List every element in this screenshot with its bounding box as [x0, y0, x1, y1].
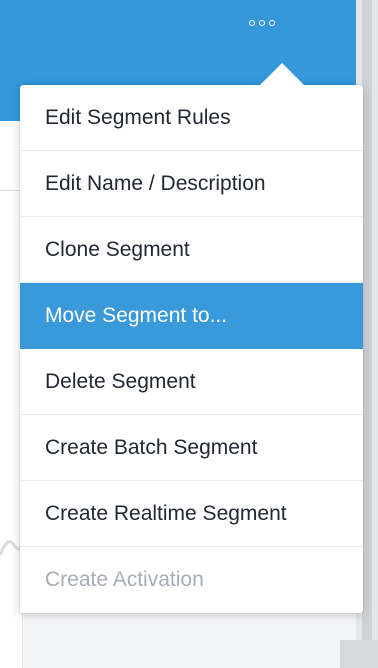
footer-fragment	[340, 640, 378, 668]
menu-pointer-arrow	[260, 63, 304, 85]
menu-item-clone-segment[interactable]: Clone Segment	[20, 217, 363, 283]
chart-line-fragment	[0, 539, 22, 556]
scrollbar-track[interactable]	[362, 0, 372, 668]
menu-item-create-activation: Create Activation	[45, 568, 204, 591]
segment-actions-menu: Edit Segment Rules Edit Name / Descripti…	[20, 63, 363, 613]
more-options-button[interactable]	[236, 10, 288, 36]
panel-divider	[0, 190, 22, 191]
more-horizontal-icon	[269, 20, 275, 26]
menu-item-edit-name-description[interactable]: Edit Name / Description	[20, 151, 363, 217]
app-stage: Edit Segment Rules Edit Name / Descripti…	[0, 0, 378, 668]
menu-item-delete-segment[interactable]: Delete Segment	[20, 349, 363, 415]
menu-item-edit-segment-rules[interactable]: Edit Segment Rules	[20, 85, 363, 151]
menu-item-move-segment[interactable]: Move Segment to...	[20, 283, 363, 349]
menu-item-create-realtime-segment[interactable]: Create Realtime Segment	[20, 481, 363, 547]
more-horizontal-icon	[249, 20, 255, 26]
menu-item-create-batch-segment[interactable]: Create Batch Segment	[20, 415, 363, 481]
more-horizontal-icon	[259, 20, 265, 26]
